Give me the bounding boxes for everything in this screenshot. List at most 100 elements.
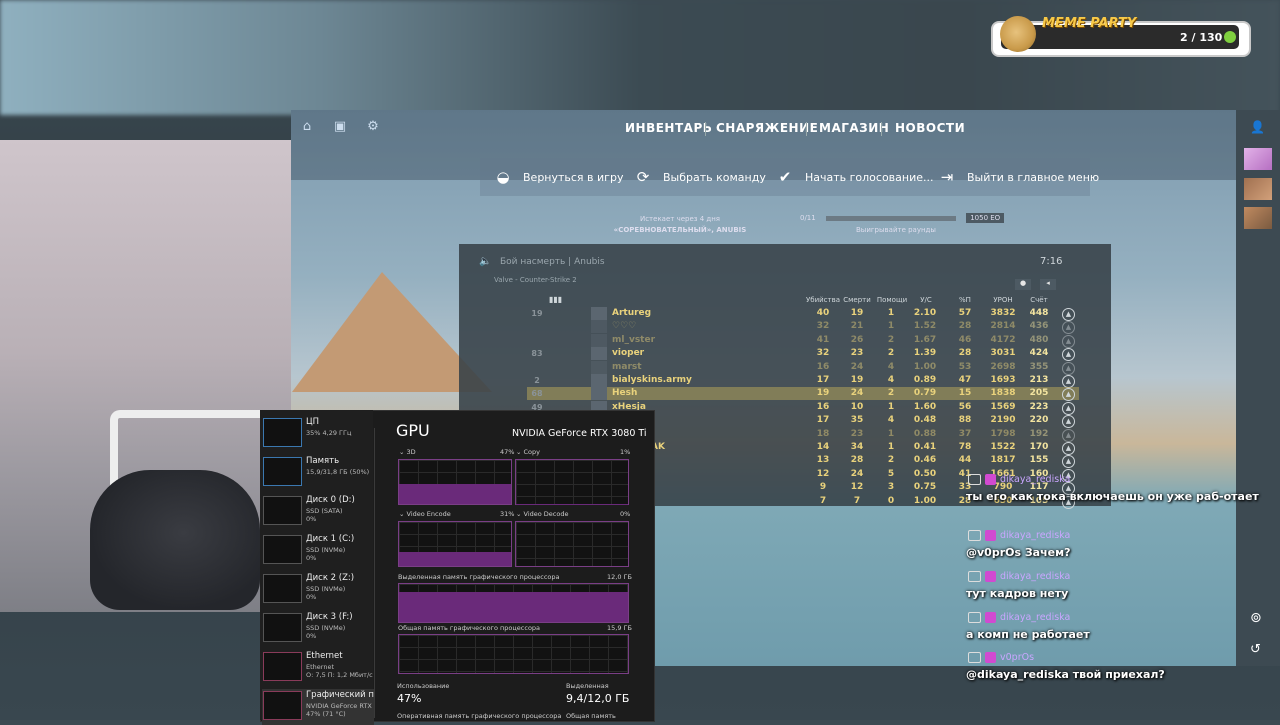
stat-d: 19 bbox=[850, 375, 864, 385]
meme-party-count: 2 / 130 bbox=[1180, 31, 1223, 44]
nav-store[interactable]: МАГАЗИН bbox=[819, 121, 889, 135]
commend-icon[interactable]: ▲ bbox=[1062, 321, 1075, 335]
exit-main-menu-button[interactable]: ⇥ Выйти в главное меню bbox=[937, 168, 1099, 186]
graph-3d-label: ⌄ 3D bbox=[399, 448, 416, 456]
perf-item-name: Диск 1 (C:) bbox=[306, 534, 355, 544]
commend-icon[interactable]: ▲ bbox=[1062, 442, 1075, 455]
profile-icon[interactable]: ● bbox=[1015, 279, 1031, 290]
chat-message: @dikaya_rediska твой приехал? bbox=[966, 668, 1165, 681]
stat-a: 2 bbox=[887, 388, 895, 399]
chat-message: @v0prOs Зачем? bbox=[966, 546, 1071, 559]
chat-user[interactable]: dikaya_rediska bbox=[968, 612, 1070, 623]
gear-icon[interactable]: ⚙ bbox=[365, 120, 381, 134]
stat-hs: 44 bbox=[958, 455, 972, 466]
perf-item-sub1: NVIDIA GeForce RTX bbox=[306, 702, 372, 710]
perf-item[interactable]: Диск 2 (Z:) SSD (NVMe) 0% bbox=[262, 572, 374, 608]
perf-thumbnail bbox=[263, 535, 302, 564]
commend-icon[interactable]: ▲ bbox=[1062, 375, 1075, 388]
stat-a: 2 bbox=[887, 455, 895, 466]
emoji-icon bbox=[1224, 31, 1236, 43]
chat-user[interactable]: dikaya_rediska bbox=[968, 530, 1070, 541]
stat-dmg: 2698 bbox=[990, 361, 1016, 372]
perf-item-detail: NVIDIA GeForce RTX 47% (71 °C) bbox=[306, 702, 372, 718]
home-icon[interactable]: ⌂ bbox=[299, 120, 315, 134]
scoreboard-row[interactable]: 19 Artureg 40 19 1 2.10 57 3832 448 ▲ bbox=[527, 307, 1079, 321]
nav-loadout[interactable]: СНАРЯЖЕНИЕ bbox=[716, 121, 818, 135]
perf-item[interactable]: Диск 0 (D:) SSD (SATA) 0% bbox=[262, 494, 374, 530]
col-hs: %П bbox=[959, 296, 971, 304]
friends-icon[interactable]: 👤 bbox=[1250, 120, 1265, 134]
subscriber-icon bbox=[985, 652, 996, 663]
resume-button[interactable]: ◒ Вернуться в игру bbox=[493, 168, 623, 186]
graph-vdec-label: ⌄ Video Decode bbox=[516, 510, 569, 518]
player-avatar bbox=[591, 387, 607, 401]
history-icon[interactable]: ↺ bbox=[1250, 642, 1261, 657]
select-team-button[interactable]: ⟳ Выбрать команду bbox=[633, 168, 766, 186]
scoreboard-row[interactable]: ♡♡♡ 32 21 1 1.52 28 2814 436 ▲ bbox=[527, 320, 1079, 335]
stat-k: 16 bbox=[816, 401, 830, 412]
scoreboard-row[interactable]: marst 16 24 4 1.00 53 2698 355 ▲ bbox=[527, 360, 1079, 375]
col-damage: УРОН bbox=[993, 296, 1013, 304]
perf-item-sub2: 0% bbox=[306, 554, 317, 562]
player-name: ♡♡♡ bbox=[612, 321, 637, 332]
mute-icon[interactable]: ◂ bbox=[1040, 279, 1056, 290]
stat-k: 40 bbox=[816, 308, 830, 318]
dedicated-mem-total: 12,0 ГБ bbox=[607, 573, 632, 581]
stat-dmg: 2190 bbox=[990, 415, 1016, 426]
mission-progress-count: 0/11 bbox=[800, 214, 816, 222]
stat-score: 220 bbox=[1029, 415, 1049, 426]
perf-item[interactable]: Ethernet Ethernet О: 7,5 П: 1,2 Мбит/с bbox=[262, 650, 374, 686]
commend-icon[interactable]: ▲ bbox=[1062, 428, 1075, 442]
commend-icon[interactable]: ▲ bbox=[1062, 455, 1075, 469]
perf-item[interactable]: Диск 1 (C:) SSD (NVMe) 0% bbox=[262, 533, 374, 569]
chat-user[interactable]: dikaya_rediska bbox=[968, 571, 1070, 582]
stat-kd: 0.75 bbox=[913, 482, 937, 493]
perf-item-detail: 15,9/31,8 ГБ (50%) bbox=[306, 468, 369, 476]
mission-mode: «СОРЕВНОВАТЕЛЬНЫЙ», ANUBIS bbox=[613, 226, 747, 234]
commend-icon[interactable]: ▲ bbox=[1062, 308, 1075, 321]
commend-icon[interactable]: ▲ bbox=[1062, 415, 1075, 429]
stat-d: 12 bbox=[850, 482, 864, 493]
chat-user[interactable]: dikaya_rediska bbox=[968, 474, 1070, 485]
commend-icon[interactable]: ▲ bbox=[1062, 388, 1075, 402]
commend-icon[interactable]: ▲ bbox=[1062, 348, 1075, 362]
stat-a: 4 bbox=[887, 361, 895, 372]
start-vote-button[interactable]: ✔ Начать голосование... bbox=[775, 168, 934, 186]
stat-hs: 53 bbox=[958, 361, 972, 372]
player-name: ml_vster bbox=[612, 334, 656, 345]
stat-hs: 56 bbox=[958, 401, 972, 412]
scoreboard-row[interactable]: ml_vster 41 26 2 1.67 46 4172 480 ▲ bbox=[527, 333, 1079, 348]
shared-mem-total: 15,9 ГБ bbox=[607, 624, 632, 632]
stat-a: 0 bbox=[887, 495, 895, 506]
dedicated-label: Выделенная bbox=[566, 682, 609, 690]
perf-item[interactable]: Память 15,9/31,8 ГБ (50%) bbox=[262, 455, 374, 491]
nav-inventory[interactable]: ИНВЕНТАРЬ bbox=[625, 121, 712, 135]
scoreboard-row[interactable]: 83 vioper 32 23 2 1.39 28 3031 424 ▲ bbox=[527, 347, 1079, 362]
commend-icon[interactable]: ▲ bbox=[1062, 361, 1075, 375]
perf-item[interactable]: ЦП 35% 4,29 ГГц bbox=[262, 416, 374, 452]
broadcast-icon[interactable]: ⊚ bbox=[1250, 610, 1262, 626]
scoreboard-row[interactable]: 68 Hesh 19 24 2 0.79 15 1838 205 ▲ bbox=[527, 387, 1079, 402]
player-avatar bbox=[591, 333, 607, 347]
tv-icon[interactable]: ▣ bbox=[332, 120, 348, 134]
headrest bbox=[90, 470, 260, 610]
stat-hs: 28 bbox=[958, 321, 972, 332]
perf-thumbnail bbox=[263, 652, 302, 681]
scoreboard-row[interactable]: 2 bialyskins.army 17 19 4 0.89 47 1693 213 ▲ bbox=[527, 374, 1079, 388]
chat-badge-icon bbox=[968, 474, 981, 485]
graph-dedicated-memory bbox=[398, 583, 629, 623]
col-score: Счёт bbox=[1030, 296, 1048, 304]
graph-copy-label: ⌄ Copy bbox=[516, 448, 541, 456]
mission-xp: 1050 EO bbox=[966, 213, 1005, 223]
nav-news[interactable]: НОВОСТИ bbox=[895, 121, 965, 135]
perf-item[interactable]: Диск 3 (F:) SSD (NVMe) 0% bbox=[262, 611, 374, 647]
friend-avatar[interactable] bbox=[1244, 178, 1272, 200]
stat-kd: 0.48 bbox=[913, 415, 937, 426]
commend-icon[interactable]: ▲ bbox=[1062, 401, 1075, 415]
perf-item-sub2: 0% bbox=[306, 632, 317, 640]
chat-user[interactable]: v0prOs bbox=[968, 652, 1034, 663]
commend-icon[interactable]: ▲ bbox=[1062, 334, 1075, 348]
perf-thumbnail bbox=[263, 691, 302, 720]
friend-avatar[interactable] bbox=[1244, 207, 1272, 229]
friend-avatar[interactable] bbox=[1244, 148, 1272, 170]
